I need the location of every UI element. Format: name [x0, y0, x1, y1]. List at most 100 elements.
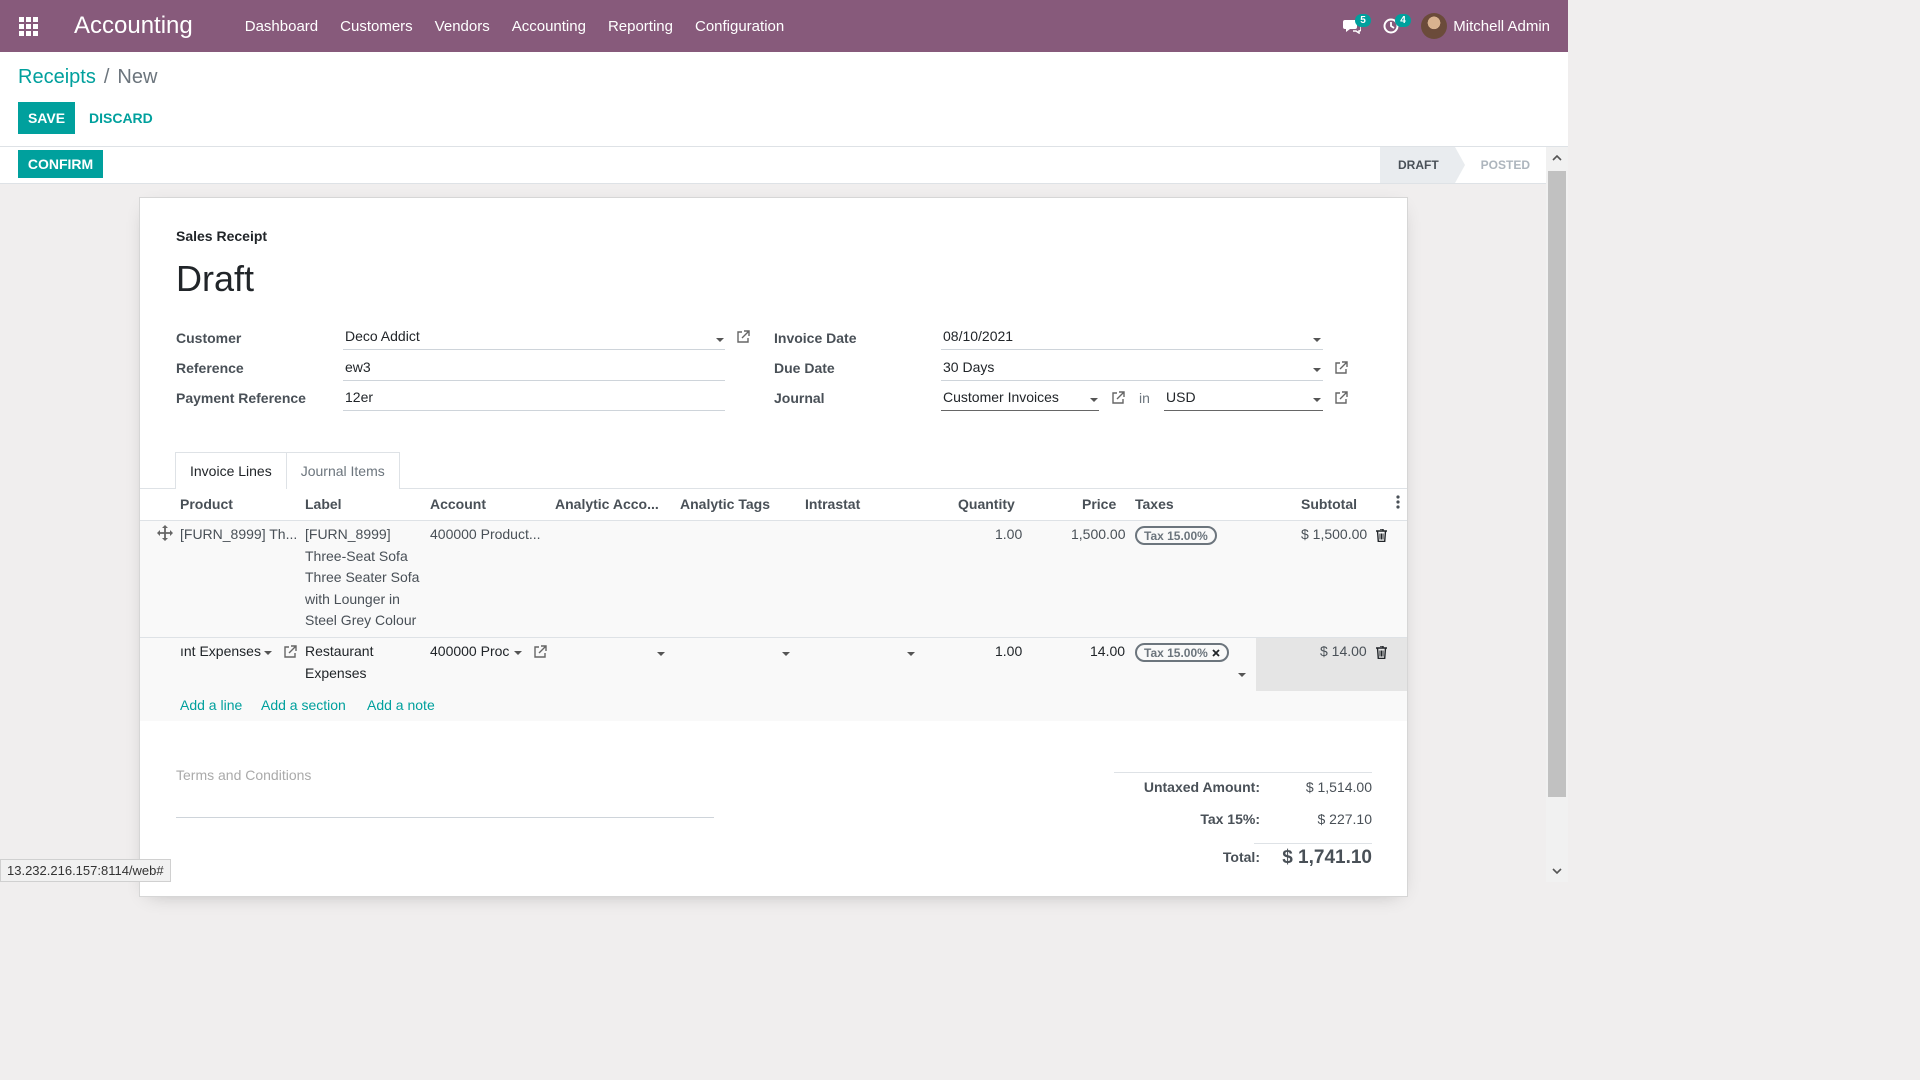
row1-label-line: with Lounger in — [305, 590, 400, 607]
due-date-external-link-icon[interactable] — [1334, 361, 1348, 375]
status-url-hint: 13.232.216.157:8114/web# — [0, 859, 171, 882]
header-price[interactable]: Price — [1082, 496, 1116, 512]
breadcrumb-current: New — [117, 66, 158, 88]
remove-tax-icon[interactable] — [1212, 648, 1220, 657]
header-analytic-tags[interactable]: Analytic Tags — [680, 496, 770, 512]
messages-button[interactable]: 5 — [1343, 0, 1371, 52]
header-product[interactable]: Product — [180, 496, 233, 512]
currency-external-link-icon[interactable] — [1334, 391, 1348, 405]
optional-columns-icon[interactable] — [1396, 495, 1400, 512]
row2-intrastat-dropdown-icon[interactable] — [907, 652, 915, 656]
tax-label: Tax 15%: — [1200, 811, 1260, 827]
row2-tax-tag: Tax 15.00% — [1135, 643, 1229, 662]
row2-account-dropdown-icon[interactable] — [514, 651, 522, 655]
scrollbar[interactable] — [1546, 147, 1568, 882]
row2-product-dropdown-icon[interactable] — [264, 651, 272, 655]
document-type-label: Sales Receipt — [176, 228, 268, 244]
drag-handle-icon[interactable] — [157, 525, 173, 546]
payment-reference-label: Payment Reference — [176, 390, 306, 406]
currency-dropdown-icon[interactable] — [1313, 398, 1321, 402]
payment-reference-field[interactable]: 12er — [343, 387, 725, 411]
menu-accounting[interactable]: Accounting — [512, 18, 586, 35]
journal-label: Journal — [774, 390, 825, 406]
header-subtotal[interactable]: Subtotal — [1301, 496, 1357, 512]
row2-delete-icon[interactable] — [1376, 645, 1387, 660]
row2-price[interactable]: 14.00 — [1090, 641, 1125, 663]
invoice-date-field[interactable]: 08/10/2021 — [941, 326, 1323, 350]
header-intrastat[interactable]: Intrastat — [805, 496, 860, 512]
row2-label[interactable]: Restaurant Expenses — [305, 641, 373, 684]
header-analytic-account[interactable]: Analytic Acco... — [555, 496, 659, 512]
row2-product-external-link-icon[interactable] — [283, 645, 297, 659]
row1-quantity: 1.00 — [995, 526, 1023, 542]
messages-badge: 5 — [1355, 14, 1371, 27]
scroll-up-arrow-icon[interactable] — [1546, 147, 1568, 169]
breadcrumb: Receipts / New — [18, 66, 157, 89]
row1-price: 1,500.00 — [1071, 526, 1126, 542]
row1-label-line: Three Seater Sofa — [305, 569, 420, 586]
row2-account[interactable]: 400000 Proc — [430, 641, 509, 663]
row2-tax-label: Tax 15.00% — [1144, 645, 1208, 660]
customer-external-link-icon[interactable] — [736, 330, 750, 344]
confirm-button[interactable]: CONFIRM — [18, 150, 103, 178]
scroll-thumb[interactable] — [1548, 171, 1566, 797]
due-date-field[interactable]: 30 Days — [941, 357, 1323, 381]
menu-reporting[interactable]: Reporting — [608, 18, 673, 35]
due-date-dropdown-icon[interactable] — [1313, 368, 1321, 372]
journal-field[interactable]: Customer Invoices — [941, 387, 1099, 411]
journal-external-link-icon[interactable] — [1111, 391, 1125, 405]
save-button[interactable]: SAVE — [18, 102, 75, 134]
row1-account: 400000 Product... — [430, 526, 541, 542]
add-section-link[interactable]: Add a section — [261, 697, 346, 713]
row2-analytic-account-dropdown-icon[interactable] — [657, 652, 665, 656]
totals-summary: Untaxed Amount: $ 1,514.00 Tax 15%: $ 22… — [1114, 772, 1372, 868]
customer-dropdown-icon[interactable] — [716, 338, 724, 342]
breadcrumb-separator: / — [103, 66, 110, 88]
row2-account-external-link-icon[interactable] — [533, 645, 547, 659]
total-value: $ 1,741.10 — [1282, 847, 1372, 868]
menu-vendors[interactable]: Vendors — [435, 18, 490, 35]
discard-button[interactable]: DISCARD — [89, 110, 153, 126]
breadcrumb-receipts[interactable]: Receipts — [18, 66, 96, 89]
journal-dropdown-icon[interactable] — [1090, 398, 1098, 402]
row1-delete-icon[interactable] — [1376, 528, 1387, 543]
header-label[interactable]: Label — [305, 496, 342, 512]
row2-product[interactable]: ınt Expenses — [180, 641, 261, 663]
reference-field[interactable]: ew3 — [343, 357, 725, 381]
terms-conditions-field[interactable]: Terms and Conditions — [176, 764, 714, 818]
tab-invoice-lines[interactable]: Invoice Lines — [175, 452, 287, 489]
header-taxes[interactable]: Taxes — [1135, 496, 1174, 512]
untaxed-amount-value: $ 1,514.00 — [1305, 779, 1372, 795]
row1-label-line: Three-Seat Sofa — [305, 547, 408, 564]
scroll-down-arrow-icon[interactable] — [1546, 860, 1568, 882]
tab-journal-items[interactable]: Journal Items — [285, 452, 400, 489]
due-date-label: Due Date — [774, 360, 835, 376]
row2-taxes-dropdown-icon[interactable] — [1238, 673, 1246, 677]
header-account[interactable]: Account — [430, 496, 486, 512]
menu-configuration[interactable]: Configuration — [695, 18, 784, 35]
invoice-date-dropdown-icon[interactable] — [1313, 338, 1321, 342]
user-avatar[interactable] — [1421, 13, 1448, 39]
status-posted[interactable]: POSTED — [1455, 147, 1546, 183]
totals-divider — [1254, 843, 1372, 844]
tax-value: $ 227.10 — [1317, 811, 1373, 827]
row2-quantity[interactable]: 1.00 — [995, 641, 1022, 663]
header-quantity[interactable]: Quantity — [958, 496, 1015, 512]
table-row-editing[interactable]: ınt Expenses Restaurant Expenses 400000 … — [140, 638, 1407, 691]
add-line-link[interactable]: Add a line — [180, 697, 242, 713]
row1-tax-label: Tax 15.00% — [1144, 528, 1208, 543]
app-brand[interactable]: Accounting — [74, 12, 193, 40]
add-links-row: Add a line Add a section Add a note — [140, 691, 1407, 721]
status-draft: DRAFT — [1379, 147, 1465, 183]
row2-analytic-tags-dropdown-icon[interactable] — [782, 652, 790, 656]
customer-field[interactable]: Deco Addict — [343, 326, 725, 350]
add-note-link[interactable]: Add a note — [367, 697, 435, 713]
apps-menu-icon[interactable] — [0, 0, 56, 52]
table-row[interactable]: [FURN_8999] Th... [FURN_8999] Three-Seat… — [140, 520, 1407, 638]
activities-button[interactable]: 4 — [1383, 0, 1411, 52]
menu-dashboard[interactable]: Dashboard — [245, 18, 318, 35]
currency-field[interactable]: USD — [1164, 387, 1323, 411]
row1-subtotal: $ 1,500.00 — [1301, 526, 1368, 542]
menu-customers[interactable]: Customers — [340, 18, 413, 35]
user-menu[interactable]: Mitchell Admin — [1453, 18, 1550, 35]
